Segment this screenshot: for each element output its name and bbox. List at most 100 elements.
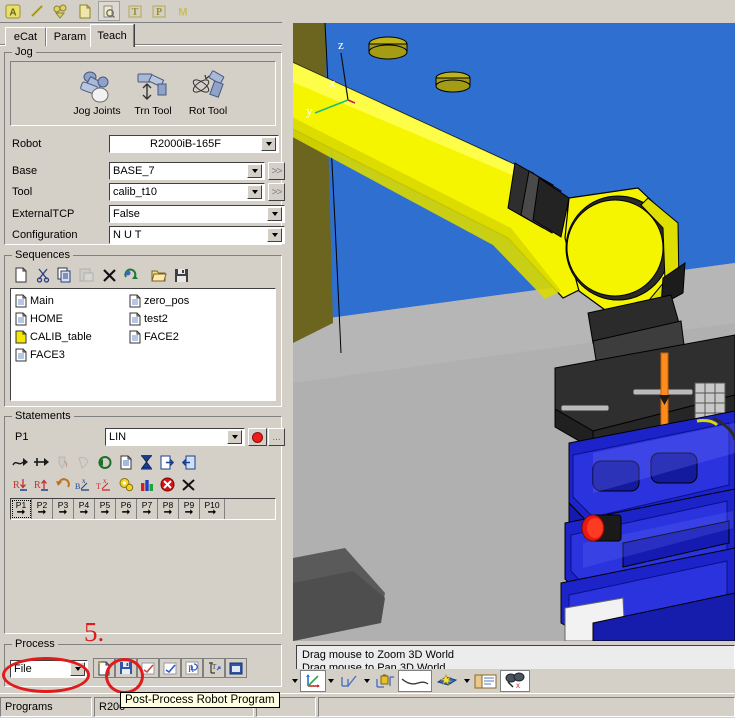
select-objects-icon[interactable]: x xyxy=(500,670,530,692)
settings-gear-icon[interactable] xyxy=(115,475,136,494)
tool-more-button[interactable]: >> xyxy=(268,183,285,201)
lighting-icon[interactable] xyxy=(432,670,462,692)
chevron-down-icon[interactable] xyxy=(261,137,276,151)
dropdown-arrow-left-icon[interactable] xyxy=(290,670,300,692)
check-grey-icon[interactable] xyxy=(137,658,159,678)
curve-path-icon[interactable] xyxy=(398,670,432,692)
point-p3[interactable]: P3 ➞ xyxy=(53,499,74,519)
chevron-down-icon[interactable] xyxy=(227,430,242,444)
point-p4[interactable]: P4 ➞ xyxy=(74,499,95,519)
window-panel-icon[interactable] xyxy=(225,658,247,678)
configuration-select[interactable]: N U T xyxy=(109,226,285,244)
chevron-down-icon[interactable] xyxy=(267,228,282,242)
close-x-icon[interactable] xyxy=(178,475,199,494)
motion-type-select[interactable]: LIN xyxy=(105,428,245,446)
tool-select-value: calib_t10 xyxy=(113,186,158,198)
import-in-icon[interactable] xyxy=(178,453,199,472)
process-select[interactable]: File xyxy=(10,660,88,678)
point-p1[interactable]: P1 ➞ xyxy=(11,499,32,519)
record-button[interactable] xyxy=(248,428,267,446)
base-more-button[interactable]: >> xyxy=(268,162,285,180)
rot-tool-button[interactable]: Rot Tool xyxy=(180,70,236,122)
robot-up-icon[interactable]: R xyxy=(31,475,52,494)
points-bar: P1 ➞ P2 ➞ P3 ➞ P4 ➞ P5 ➞ P6 ➞ P7 ➞ P8 ➞ P9 ➞ P10 ➞ xyxy=(10,498,276,520)
tab-param[interactable]: Param xyxy=(46,27,94,46)
paste-icon[interactable] xyxy=(76,265,98,285)
list-item[interactable]: FACE2 xyxy=(129,329,179,345)
list-item[interactable]: HOME xyxy=(15,311,63,327)
pencil-line-icon[interactable] xyxy=(26,1,48,21)
point-p6[interactable]: P6 ➞ xyxy=(116,499,137,519)
chevron-down-icon[interactable] xyxy=(247,164,262,178)
export-out-icon[interactable] xyxy=(157,453,178,472)
paragraph-icon[interactable]: P xyxy=(148,1,170,21)
tab-teach[interactable]: Teach xyxy=(90,24,134,47)
sequences-list[interactable]: Main HOME CALIB_table FACE3 zero_pos tes… xyxy=(10,288,276,401)
dropdown-arrow-2-icon[interactable] xyxy=(362,670,372,692)
statement-icon-row-1 xyxy=(10,453,199,472)
undo-arrow-icon[interactable] xyxy=(52,475,73,494)
notes-panel-icon[interactable] xyxy=(472,670,500,692)
new-file-icon[interactable] xyxy=(10,265,32,285)
tool-transform-icon[interactable]: T xyxy=(203,658,225,678)
tab-ecat[interactable]: eCat xyxy=(5,27,46,46)
trn-tool-button[interactable]: Trn Tool xyxy=(125,70,181,122)
jog-joints-button[interactable]: Jog Joints xyxy=(69,70,125,122)
move-curve-icon[interactable] xyxy=(10,453,31,472)
point-p7[interactable]: P7 ➞ xyxy=(137,499,158,519)
list-item[interactable]: CALIB_table xyxy=(15,329,92,345)
point-p2[interactable]: P2 ➞ xyxy=(32,499,53,519)
comment-page-icon[interactable] xyxy=(115,453,136,472)
robot-select[interactable]: R2000iB-165F xyxy=(109,135,279,153)
tool-select[interactable]: calib_t10 xyxy=(109,183,265,201)
externaltcp-select[interactable]: False xyxy=(109,205,285,223)
chevron-down-icon[interactable] xyxy=(70,662,85,676)
dropdown-arrow-3-icon[interactable] xyxy=(462,670,472,692)
save-disk-icon[interactable] xyxy=(170,265,192,285)
new-document-icon[interactable] xyxy=(93,658,115,678)
a-annotation-icon[interactable]: A xyxy=(2,1,24,21)
copy-icon[interactable] xyxy=(54,265,76,285)
point-p5[interactable]: P5 ➞ xyxy=(95,499,116,519)
robot-down-icon[interactable]: R xyxy=(10,475,31,494)
open-folder-icon[interactable] xyxy=(148,265,170,285)
wait-hourglass-icon[interactable] xyxy=(136,453,157,472)
measure-m-icon[interactable]: M xyxy=(172,1,194,21)
save-post-process-icon[interactable] xyxy=(115,658,137,678)
statement-more-button[interactable]: ... xyxy=(268,428,285,446)
top-toolbar: A T P M xyxy=(0,0,286,23)
chevron-down-icon[interactable] xyxy=(267,207,282,221)
delete-x-icon[interactable] xyxy=(98,265,120,285)
coordinate-frame-icon[interactable] xyxy=(300,670,326,692)
dropdown-arrow-icon[interactable] xyxy=(326,670,336,692)
svg-text:T: T xyxy=(96,482,101,491)
refresh-sync-icon[interactable] xyxy=(120,265,142,285)
abort-stop-icon[interactable] xyxy=(157,475,178,494)
two-frames-icon[interactable] xyxy=(336,670,362,692)
tool-a-disabled-icon[interactable] xyxy=(52,453,73,472)
base-x-icon[interactable]: Bx xyxy=(73,475,94,494)
page-icon[interactable] xyxy=(74,1,96,21)
list-item[interactable]: zero_pos xyxy=(129,293,189,309)
robot-refresh-icon[interactable]: R xyxy=(181,658,203,678)
cut-scissors-icon[interactable] xyxy=(32,265,54,285)
list-item[interactable]: Main xyxy=(15,293,54,309)
point-p8[interactable]: P8 ➞ xyxy=(158,499,179,519)
viewport-3d[interactable]: z x y xyxy=(293,23,735,641)
list-item[interactable]: test2 xyxy=(129,311,168,327)
tool-b-disabled-icon[interactable] xyxy=(73,453,94,472)
frame-lock-icon[interactable] xyxy=(372,670,398,692)
chart-bars-icon[interactable] xyxy=(136,475,157,494)
point-p9[interactable]: P9 ➞ xyxy=(179,499,200,519)
list-item[interactable]: FACE3 xyxy=(15,347,65,363)
point-p10[interactable]: P10 ➞ xyxy=(200,499,225,519)
circular-arrow-icon[interactable] xyxy=(94,453,115,472)
chevron-down-icon[interactable] xyxy=(247,185,262,199)
move-linear-icon[interactable] xyxy=(31,453,52,472)
tool-x-icon[interactable]: Tx xyxy=(94,475,115,494)
text-frame-icon[interactable]: T xyxy=(124,1,146,21)
document-search-icon[interactable] xyxy=(98,1,120,21)
check-blue-icon[interactable] xyxy=(159,658,181,678)
shapes-icon[interactable] xyxy=(50,1,72,21)
base-select[interactable]: BASE_7 xyxy=(109,162,265,180)
